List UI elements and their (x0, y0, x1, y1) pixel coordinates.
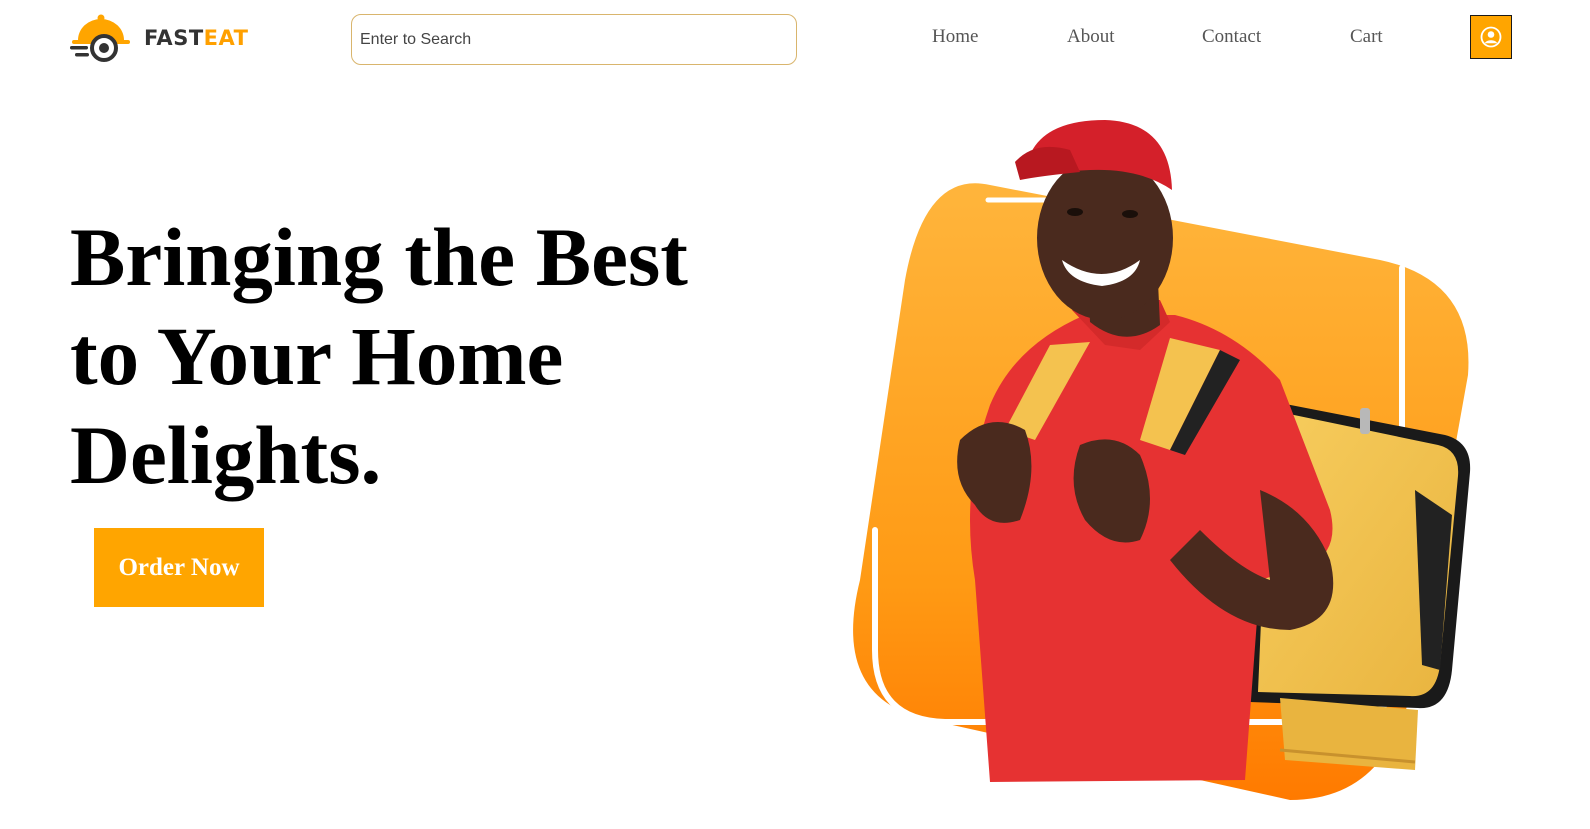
brand-name-eat: EAT (203, 26, 249, 50)
profile-button[interactable] (1470, 15, 1512, 59)
food-cloche-delivery-icon (70, 14, 130, 62)
brand-name: FASTEAT (144, 26, 248, 50)
nav-home-link[interactable]: Home (932, 26, 978, 48)
brand-logo[interactable]: FASTEAT (68, 12, 248, 64)
nav-about-link[interactable]: About (1067, 26, 1115, 48)
search-input[interactable] (351, 14, 797, 65)
user-circle-icon (1480, 26, 1502, 48)
hero-title: Bringing the Best to Your Home Delights. (70, 211, 688, 501)
delivery-person-illustration (853, 120, 1471, 800)
order-now-button[interactable]: Order Now (94, 528, 264, 607)
nav-cart-link[interactable]: Cart (1350, 26, 1383, 48)
nav-contact-link[interactable]: Contact (1202, 26, 1261, 48)
brand-name-fast: FAST (144, 26, 204, 50)
